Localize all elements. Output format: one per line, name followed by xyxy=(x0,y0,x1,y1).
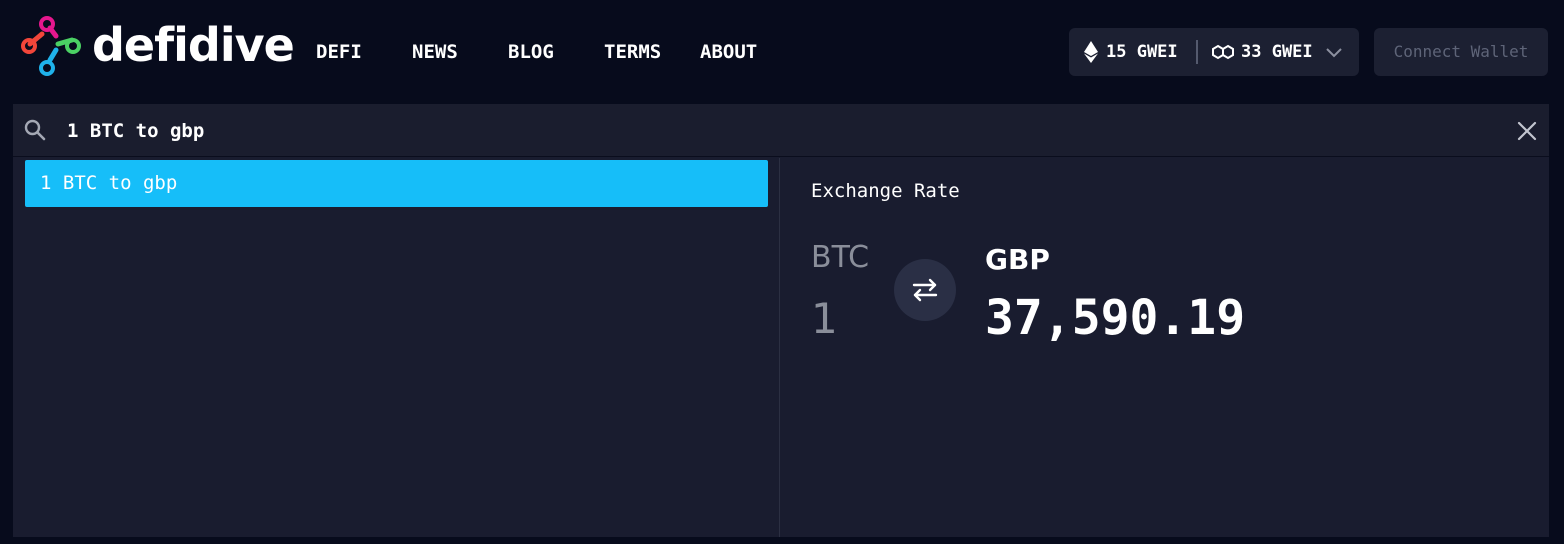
search-icon xyxy=(24,119,46,141)
exchange-rate-detail: Exchange Rate BTC 1 GBP 37,590.19 xyxy=(781,158,1549,537)
logo[interactable]: defidive xyxy=(20,16,295,78)
from-currency-code: BTC xyxy=(811,240,870,275)
eth-gas-price: 15 GWEI xyxy=(1106,42,1178,62)
swap-currencies-button[interactable] xyxy=(894,259,956,321)
converted-amount: 37,590.19 xyxy=(985,290,1246,346)
gas-divider xyxy=(1196,40,1198,64)
exchange-rate-title: Exchange Rate xyxy=(811,180,960,202)
gas-price-selector[interactable]: 15 GWEI 33 GWEI xyxy=(1069,28,1359,76)
from-amount: 1 xyxy=(811,294,838,343)
connect-wallet-button[interactable]: Connect Wallet xyxy=(1374,28,1548,76)
chevron-down-icon xyxy=(1326,48,1342,58)
nav-blog[interactable]: BLOG xyxy=(508,36,554,68)
search-result-item[interactable]: 1 BTC to gbp xyxy=(25,160,768,207)
logo-mark-icon xyxy=(21,16,81,76)
search-panel: 1 BTC to gbp Exchange Rate BTC 1 GBP 37,… xyxy=(13,104,1549,537)
nav-defi[interactable]: DEFI xyxy=(316,36,362,68)
search-results-list: 1 BTC to gbp xyxy=(13,158,780,537)
nav-news[interactable]: NEWS xyxy=(412,36,458,68)
nav-terms[interactable]: TERMS xyxy=(604,36,661,68)
search-input[interactable] xyxy=(67,112,1467,150)
search-result-label: 1 BTC to gbp xyxy=(40,172,178,194)
polygon-icon xyxy=(1212,44,1234,60)
ethereum-icon xyxy=(1084,41,1098,63)
brand-name: defidive xyxy=(92,18,295,72)
nav-about[interactable]: ABOUT xyxy=(700,36,757,68)
search-bar xyxy=(13,104,1549,157)
close-icon[interactable] xyxy=(1515,119,1539,143)
header: defidive DEFI NEWS BLOG TERMS ABOUT 15 G… xyxy=(0,0,1564,104)
to-currency-code: GBP xyxy=(985,243,1050,276)
polygon-gas-price: 33 GWEI xyxy=(1241,42,1313,62)
swap-icon xyxy=(912,278,938,302)
